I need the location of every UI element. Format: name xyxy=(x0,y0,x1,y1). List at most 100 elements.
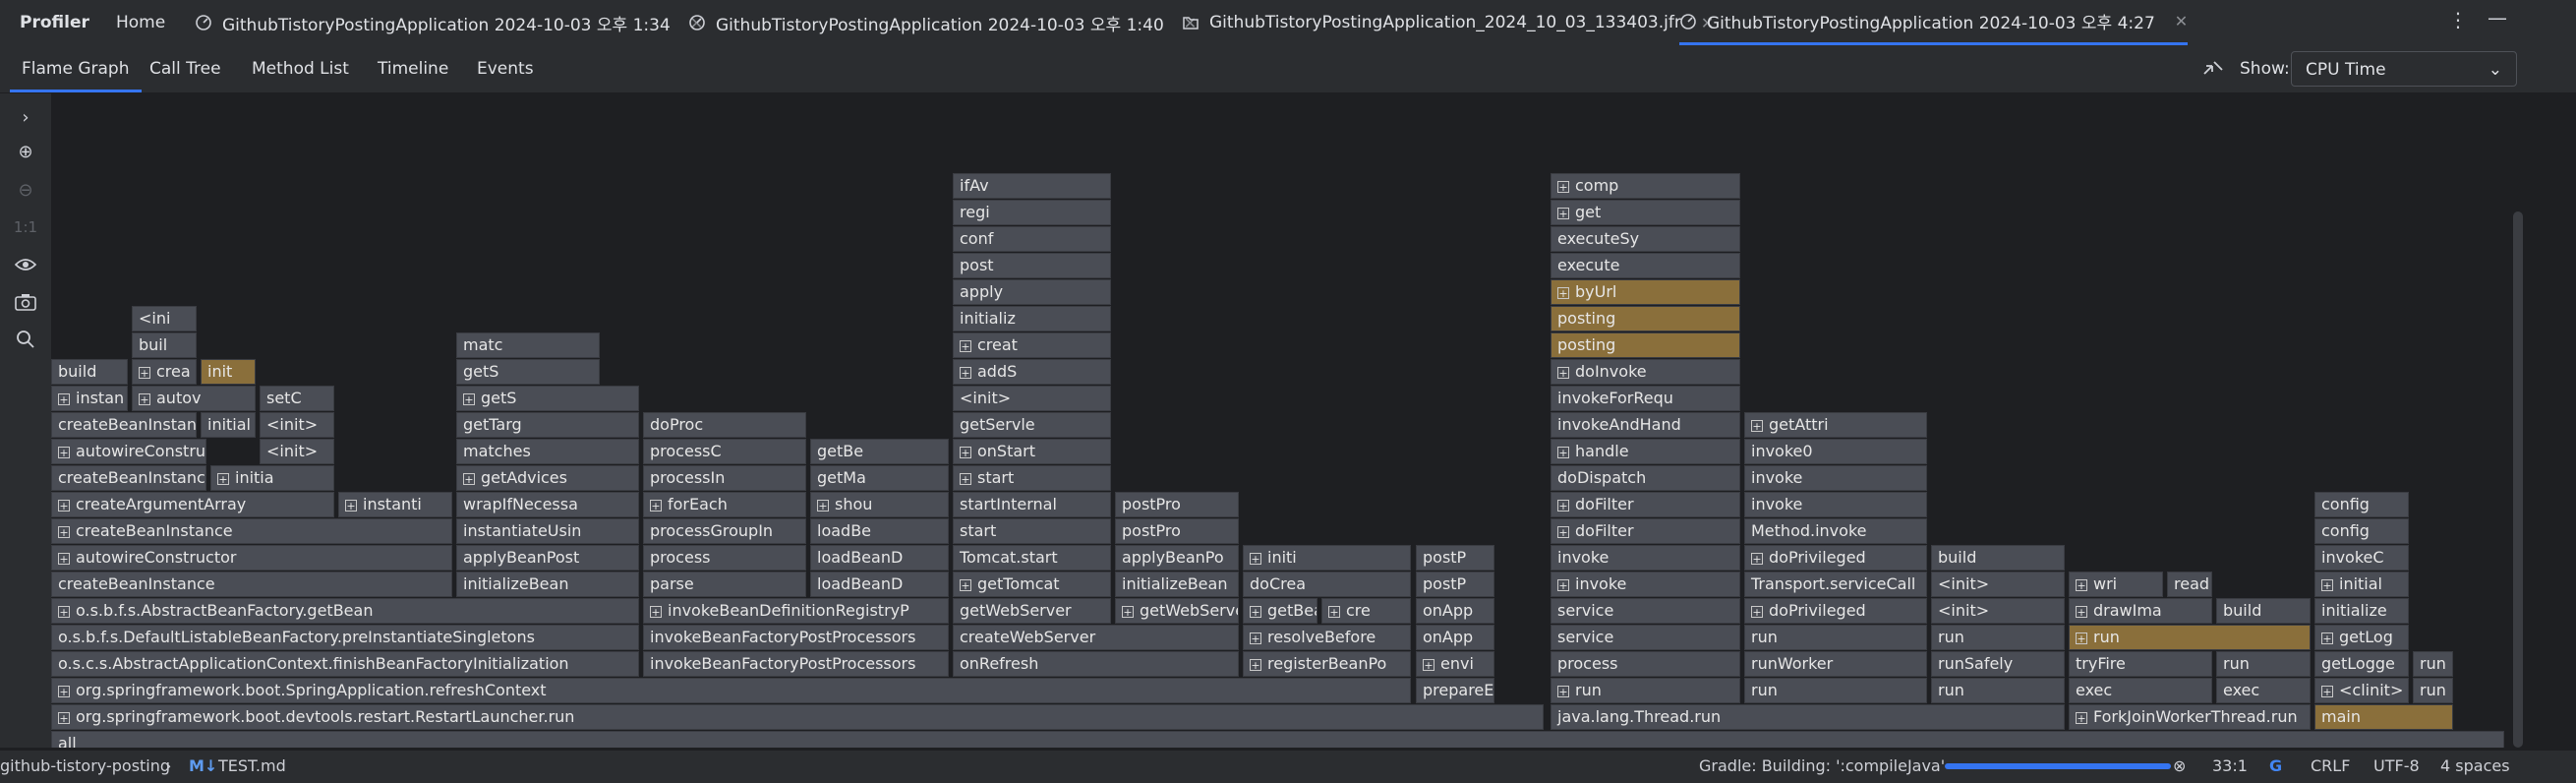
camera-icon[interactable] xyxy=(12,288,39,316)
flame-frame[interactable]: wrapIfNecessa xyxy=(456,492,639,517)
flame-frame[interactable]: setC xyxy=(260,386,334,411)
flame-frame[interactable]: loadBeanD xyxy=(810,545,949,571)
flame-frame[interactable]: postP xyxy=(1416,545,1494,571)
flame-frame[interactable]: <init> xyxy=(260,412,334,438)
flame-frame[interactable]: getMa xyxy=(810,465,949,491)
flame-frame[interactable]: + ForkJoinWorkerThread.run xyxy=(2069,704,2311,730)
flame-frame[interactable]: + doPrivileged xyxy=(1744,545,1927,571)
expand-frame-icon[interactable]: + xyxy=(1250,552,1261,565)
flame-frame[interactable]: getS xyxy=(456,359,600,385)
expand-frame-icon[interactable]: + xyxy=(2076,632,2087,644)
flame-frame[interactable]: + getS xyxy=(456,386,639,411)
flame-frame[interactable]: + autowireConstructor xyxy=(51,439,206,464)
flame-frame[interactable]: + drawIma xyxy=(2069,598,2212,624)
expand-frame-icon[interactable]: + xyxy=(463,392,475,405)
expand-frame-icon[interactable]: + xyxy=(1557,366,1569,379)
flame-frame[interactable]: + org.springframework.boot.devtools.resta… xyxy=(51,704,1544,730)
flame-frame[interactable]: + autov xyxy=(132,386,256,411)
flame-frame[interactable]: service xyxy=(1551,598,1740,624)
more-options-icon[interactable]: ⋮ xyxy=(2448,8,2468,31)
minimize-icon[interactable]: — xyxy=(2488,6,2507,30)
expand-frame-icon[interactable]: + xyxy=(58,605,70,618)
flame-frame[interactable]: getTarg xyxy=(456,412,639,438)
show-dropdown[interactable]: CPU Time ⌄ xyxy=(2291,51,2517,87)
flame-frame[interactable]: + getBea xyxy=(1243,598,1317,624)
expand-frame-icon[interactable]: + xyxy=(58,392,70,405)
flame-frame[interactable]: createBeanInstanc xyxy=(51,412,197,438)
expand-frame-icon[interactable]: + xyxy=(58,499,70,512)
flame-frame[interactable]: parse xyxy=(643,572,806,597)
expand-frame-icon[interactable]: + xyxy=(1250,632,1261,644)
expand-frame-icon[interactable]: + xyxy=(139,366,150,379)
expand-frame-icon[interactable]: + xyxy=(1751,552,1763,565)
flame-frame[interactable]: + instanti xyxy=(338,492,452,517)
flame-frame[interactable]: read xyxy=(2167,572,2212,597)
flame-frame[interactable]: initializeBean xyxy=(456,572,639,597)
flame-frame[interactable]: + org.springframework.boot.SpringApplicat… xyxy=(51,678,1411,703)
flame-frame[interactable]: build xyxy=(51,359,128,385)
expand-frame-icon[interactable]: + xyxy=(2076,605,2087,618)
flame-frame[interactable]: onApp xyxy=(1416,598,1494,624)
expand-frame-icon[interactable]: + xyxy=(217,472,229,485)
flame-frame[interactable]: + getAttri xyxy=(1744,412,1927,438)
expand-frame-icon[interactable]: + xyxy=(58,446,70,458)
tab-flame-graph[interactable]: Flame Graph xyxy=(10,45,142,92)
flame-frame[interactable]: initialize xyxy=(2314,598,2409,624)
expand-icon[interactable]: › xyxy=(12,103,39,131)
zoom-out-icon[interactable]: ⊖ xyxy=(12,176,39,204)
flame-frame[interactable]: + getWebServe xyxy=(1115,598,1239,624)
flame-frame[interactable]: + createBeanInstance xyxy=(51,518,452,544)
expand-frame-icon[interactable]: + xyxy=(2321,685,2333,697)
flame-frame[interactable]: invokeBeanFactoryPostProcessors xyxy=(643,651,949,677)
flame-frame[interactable]: process xyxy=(1551,651,1740,677)
flame-frame[interactable]: + invoke xyxy=(1551,572,1740,597)
expand-frame-icon[interactable]: + xyxy=(960,472,971,485)
caret-position[interactable]: 33:1 xyxy=(2212,756,2248,775)
expand-frame-icon[interactable]: + xyxy=(139,392,150,405)
flame-frame[interactable]: createWebServer xyxy=(953,625,1239,650)
flame-frame[interactable]: executeSy xyxy=(1551,226,1740,252)
expand-frame-icon[interactable]: + xyxy=(1557,525,1569,538)
flame-frame[interactable]: buil xyxy=(132,332,197,358)
flame-frame[interactable]: processIn xyxy=(643,465,806,491)
flame-frame[interactable]: invoke xyxy=(1744,492,1927,517)
flame-frame[interactable]: loadBe xyxy=(810,518,949,544)
tab-timeline[interactable]: Timeline xyxy=(378,45,448,92)
flame-frame[interactable]: apply xyxy=(953,279,1111,305)
flame-frame[interactable]: createBeanInstance xyxy=(51,572,452,597)
flame-frame[interactable]: + doInvoke xyxy=(1551,359,1740,385)
flame-frame[interactable]: getServle xyxy=(953,412,1111,438)
actual-size-icon[interactable]: 1:1 xyxy=(12,213,39,241)
flame-frame[interactable]: o.s.b.f.s.DefaultListableBeanFactory.pre… xyxy=(51,625,639,650)
expand-frame-icon[interactable]: + xyxy=(2321,578,2333,591)
flame-frame[interactable]: + initia xyxy=(210,465,334,491)
flame-frame[interactable]: regi xyxy=(953,200,1111,225)
expand-frame-icon[interactable]: + xyxy=(345,499,357,512)
flame-frame[interactable]: + createArgumentArray xyxy=(51,492,334,517)
flame-frame[interactable]: invokeForRequ xyxy=(1551,386,1740,411)
flame-frame[interactable]: <init> xyxy=(1931,572,2065,597)
tab-profile-1[interactable]: GithubTistoryPostingApplication 2024-10-… xyxy=(195,0,703,45)
tab-home[interactable]: Home xyxy=(116,0,165,45)
flame-frame[interactable]: main xyxy=(2314,704,2453,730)
flame-frame[interactable]: exec xyxy=(2069,678,2212,703)
flame-frame[interactable]: getBe xyxy=(810,439,949,464)
flame-frame[interactable]: initial xyxy=(201,412,256,438)
expand-frame-icon[interactable]: + xyxy=(2076,711,2087,724)
expand-frame-icon[interactable]: + xyxy=(1751,419,1763,432)
flame-frame[interactable]: invoke xyxy=(1744,465,1927,491)
flame-frame[interactable]: ifAv xyxy=(953,173,1111,199)
indent-setting[interactable]: 4 spaces xyxy=(2440,756,2510,775)
flame-frame[interactable]: + envi xyxy=(1416,651,1494,677)
flame-frame[interactable]: + onStart xyxy=(953,439,1111,464)
file-encoding[interactable]: UTF-8 xyxy=(2373,756,2420,775)
expand-frame-icon[interactable]: + xyxy=(2076,578,2087,591)
flame-frame[interactable]: run xyxy=(2413,678,2453,703)
flame-frame[interactable]: processC xyxy=(643,439,806,464)
flame-frame[interactable]: + handle xyxy=(1551,439,1740,464)
flame-frame[interactable]: execute xyxy=(1551,253,1740,278)
flame-frame[interactable]: + initi xyxy=(1243,545,1411,571)
flame-frame[interactable]: process xyxy=(643,545,806,571)
flame-frame[interactable]: run xyxy=(2216,651,2311,677)
flame-frame[interactable]: exec xyxy=(2216,678,2311,703)
